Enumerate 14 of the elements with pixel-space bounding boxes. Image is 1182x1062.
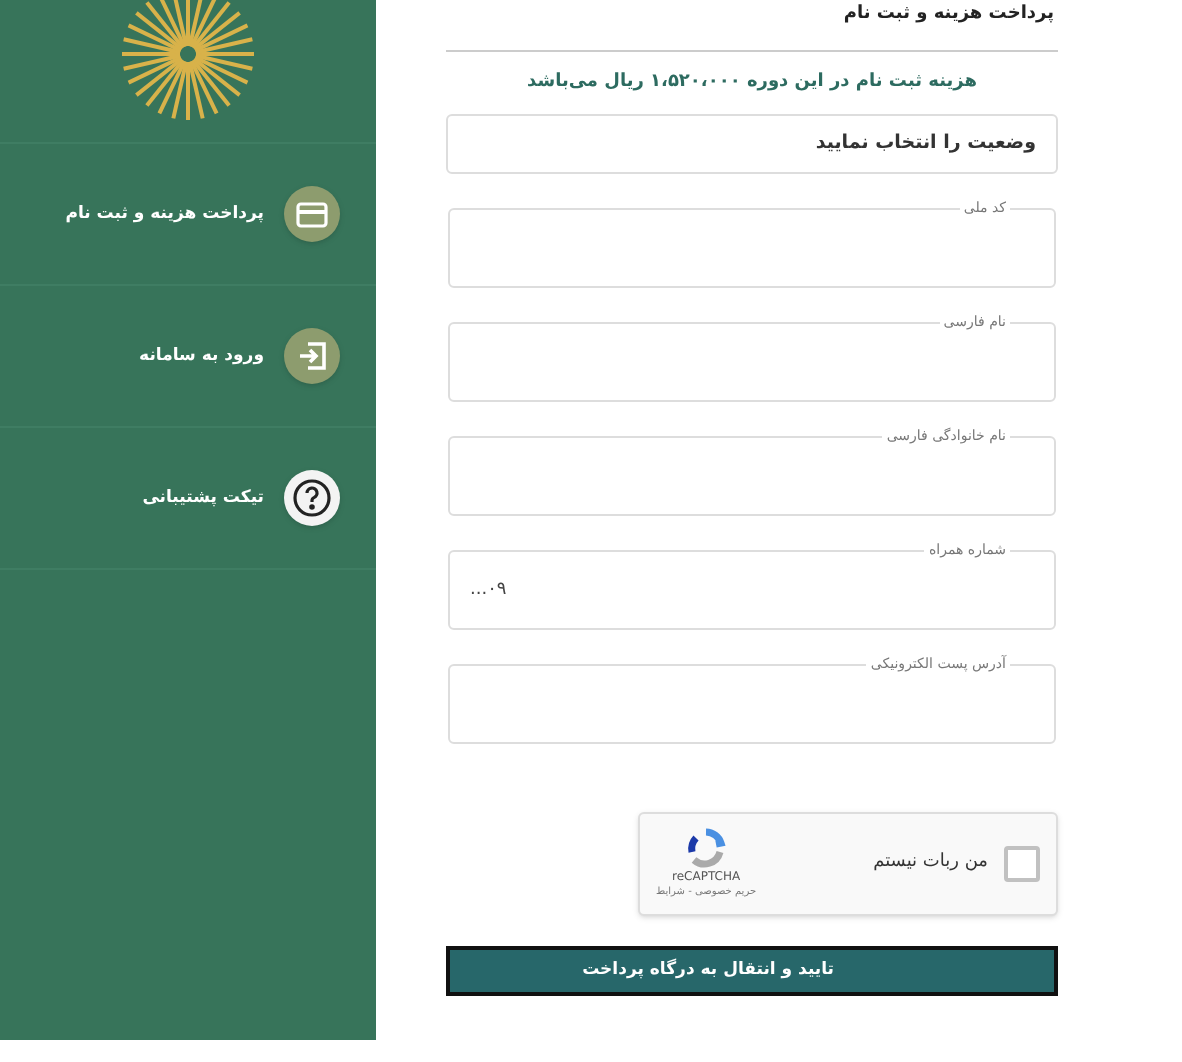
sidebar-item[interactable]: تیکت پشتیبانی [0, 428, 376, 570]
page-title: پرداخت هزینه و ثبت نام [843, 2, 1054, 28]
help-icon [284, 470, 340, 526]
recaptcha-logo-icon [684, 827, 729, 868]
text-input[interactable]: ۰۹... [470, 562, 1034, 618]
sidebar-item[interactable]: پرداخت هزینه و ثبت نام [0, 144, 376, 286]
captcha-label: من ربات نیستم [871, 850, 988, 877]
card-icon [284, 186, 340, 242]
submit-button[interactable]: تایید و انتقال به درگاه پرداخت [446, 946, 1058, 996]
status-select[interactable]: وضعیت را انتخاب نمایید [446, 114, 1058, 174]
sidebar-item[interactable]: ورود به سامانه [0, 286, 376, 428]
fee-notice: هزینه ثبت نام در این دوره ۱،۵۲۰،۰۰۰ ریال می‌باشد [527, 69, 977, 95]
login-icon [284, 328, 340, 384]
captcha-checkbox[interactable] [1004, 846, 1040, 882]
